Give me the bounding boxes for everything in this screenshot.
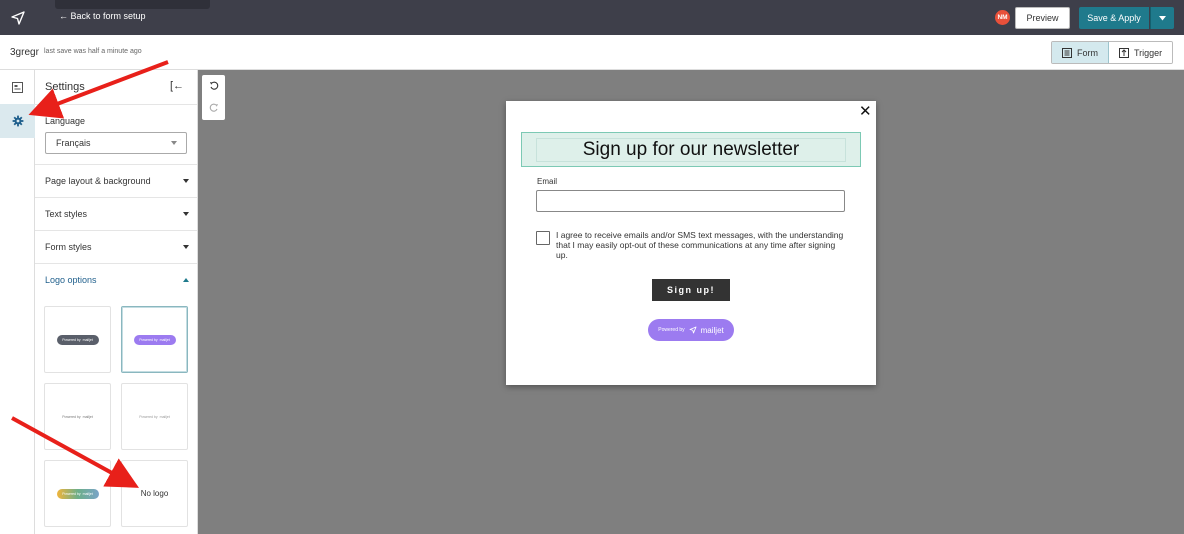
- section-text-styles[interactable]: Text styles: [35, 197, 197, 230]
- chevron-down-icon: [183, 245, 189, 249]
- powered-by-label: Powered by: [658, 327, 685, 333]
- logo-preview-powered: Powered by: [139, 414, 158, 419]
- logo-preview-powered: Powered by: [62, 337, 81, 342]
- newsletter-popup: ✕ Sign up for our newsletter Email I agr…: [506, 101, 876, 385]
- logo-preview-powered: Powered by: [62, 491, 81, 496]
- history-controls: [202, 75, 225, 120]
- section-label: Text styles: [45, 209, 88, 219]
- form-icon: [1062, 47, 1072, 58]
- form-header-bar: 3gregr last save was half a minute ago F…: [0, 35, 1184, 70]
- save-options-dropdown[interactable]: [1150, 7, 1174, 29]
- save-apply-button[interactable]: Save & Apply: [1079, 7, 1149, 29]
- trigger-icon: [1119, 47, 1129, 58]
- powered-by-badge: Powered by mailjet: [648, 319, 734, 341]
- logo-option-dark[interactable]: Powered by mailjet: [44, 306, 111, 373]
- back-tab-background: [55, 0, 210, 9]
- logo-preview-brand: mailjet: [159, 337, 170, 342]
- section-form-styles[interactable]: Form styles: [35, 230, 197, 263]
- logo-preview-powered: Powered by: [139, 337, 158, 342]
- undo-button[interactable]: [202, 75, 225, 97]
- logo-option-purple[interactable]: Powered by mailjet: [121, 306, 188, 373]
- email-label: Email: [537, 177, 558, 186]
- logo-preview-brand: mailjet: [159, 414, 170, 419]
- redo-button[interactable]: [202, 97, 225, 119]
- form-trigger-toggle: Form Trigger: [1051, 41, 1174, 64]
- preview-button[interactable]: Preview: [1015, 7, 1070, 29]
- gear-icon: [12, 115, 23, 127]
- section-label: Page layout & background: [45, 176, 151, 186]
- tab-form[interactable]: Form: [1052, 42, 1109, 63]
- section-page-layout[interactable]: Page layout & background: [35, 164, 197, 197]
- rail-item-settings[interactable]: [0, 104, 35, 138]
- avatar[interactable]: NM: [995, 10, 1010, 25]
- caret-down-icon: [171, 141, 177, 145]
- language-label: Language: [45, 116, 86, 126]
- section-logo-options[interactable]: Logo options: [35, 263, 197, 296]
- send-icon[interactable]: [0, 0, 35, 35]
- section-label: Logo options: [45, 275, 97, 285]
- layout-icon: [12, 81, 23, 93]
- tab-form-label: Form: [1077, 47, 1098, 58]
- logo-option-gradient[interactable]: Powered by mailjet: [44, 460, 111, 527]
- back-label: ← Back to form setup: [59, 11, 146, 21]
- settings-title: Settings: [45, 81, 85, 93]
- tab-trigger[interactable]: Trigger: [1109, 42, 1173, 63]
- chevron-down-icon: [183, 212, 189, 216]
- title-block[interactable]: Sign up for our newsletter: [521, 132, 861, 167]
- settings-panel: Settings [← Language Français Page layou…: [35, 70, 198, 534]
- logo-preview: Powered by mailjet: [57, 412, 99, 422]
- form-name: 3gregr: [10, 47, 39, 58]
- undo-icon: [209, 81, 218, 90]
- top-bar: ← Back to form setup NM Preview Save & A…: [0, 0, 1184, 35]
- consent-checkbox[interactable]: [536, 231, 550, 245]
- logo-option-none[interactable]: No logo: [121, 460, 188, 527]
- brand-label: mailjet: [700, 325, 724, 335]
- form-preview-canvas: ✕ Sign up for our newsletter Email I agr…: [198, 70, 1184, 534]
- send-icon: [689, 326, 697, 334]
- logo-preview: Powered by mailjet: [56, 488, 99, 499]
- logo-preview-brand: mailjet: [82, 337, 93, 342]
- logo-option-plain-dark[interactable]: Powered by mailjet: [44, 383, 111, 450]
- signup-button[interactable]: Sign up!: [652, 279, 730, 301]
- save-status: last save was half a minute ago: [44, 48, 142, 55]
- chevron-down-icon: [1159, 15, 1166, 20]
- chevron-down-icon: [183, 179, 189, 183]
- left-icon-rail: [0, 70, 35, 534]
- redo-icon: [209, 103, 218, 112]
- language-value: Français: [56, 138, 91, 148]
- tab-trigger-label: Trigger: [1134, 47, 1163, 58]
- logo-preview: Powered by mailjet: [133, 334, 176, 345]
- logo-preview: Powered by mailjet: [56, 334, 99, 345]
- section-label: Form styles: [45, 242, 92, 252]
- language-select[interactable]: Français: [45, 132, 187, 154]
- logo-option-plain-light[interactable]: Powered by mailjet: [121, 383, 188, 450]
- popup-title: Sign up for our newsletter: [536, 138, 846, 162]
- no-logo-label: No logo: [140, 489, 169, 498]
- back-to-form-setup-link[interactable]: ← Back to form setup: [59, 11, 146, 21]
- logo-preview-powered: Powered by: [62, 414, 81, 419]
- logo-preview-brand: mailjet: [82, 414, 93, 419]
- email-field[interactable]: [536, 190, 845, 212]
- close-icon[interactable]: ✕: [859, 104, 872, 120]
- logo-preview-brand: mailjet: [82, 491, 93, 496]
- settings-header: Settings [←: [35, 70, 197, 105]
- consent-text: I agree to receive emails and/or SMS tex…: [556, 230, 844, 260]
- collapse-panel-button[interactable]: [←: [170, 80, 184, 92]
- chevron-up-icon: [183, 278, 189, 282]
- rail-item-content[interactable]: [0, 70, 35, 104]
- logo-preview: Powered by mailjet: [134, 412, 176, 422]
